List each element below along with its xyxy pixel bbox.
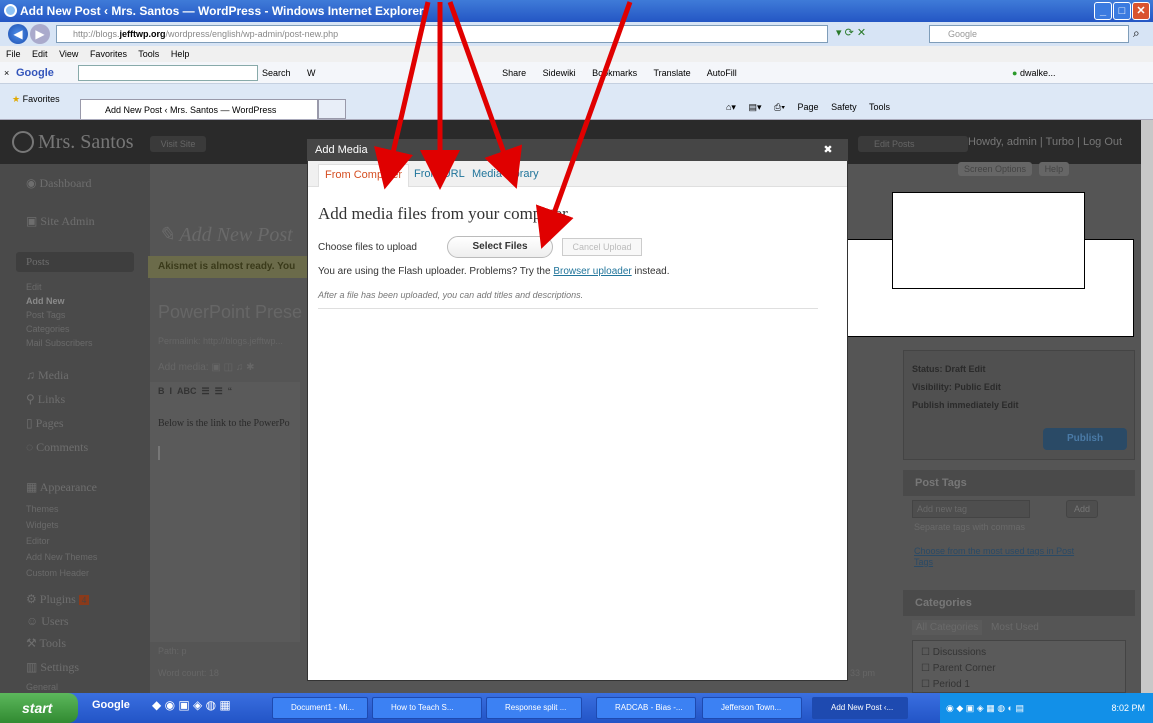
system-tray: ◉ ◆ ▣ ◈ ▦ ◍ ◐ ▤ 8:02 PM (940, 693, 1153, 723)
taskbar-item[interactable]: Jefferson Town... (702, 697, 802, 719)
arrow-to-from-computer (374, 1, 431, 190)
taskbar-item[interactable]: Response split ... (486, 697, 582, 719)
taskbar-item[interactable]: RADCAB - Bias -... (596, 697, 696, 719)
taskbar-item[interactable]: Document1 - Mi... (272, 697, 368, 719)
tray-icons[interactable]: ◉ ◆ ▣ ◈ ▦ ◍ ◐ ▤ (940, 693, 1024, 723)
annotation-arrows (374, 1, 633, 249)
taskbar-item-active[interactable]: Add New Post ‹... (812, 697, 908, 719)
google-deskbar[interactable]: Google (92, 699, 130, 711)
quick-launch-icons[interactable]: ◆ ◉ ▣ ◈ ◍ ▦ (152, 698, 231, 712)
taskbar-item[interactable]: How to Teach S... (372, 697, 482, 719)
clock: 8:02 PM (1111, 703, 1145, 713)
start-button[interactable]: start (0, 693, 78, 723)
arrow-to-select-files (535, 1, 633, 249)
arrow-to-media-library (447, 1, 523, 189)
